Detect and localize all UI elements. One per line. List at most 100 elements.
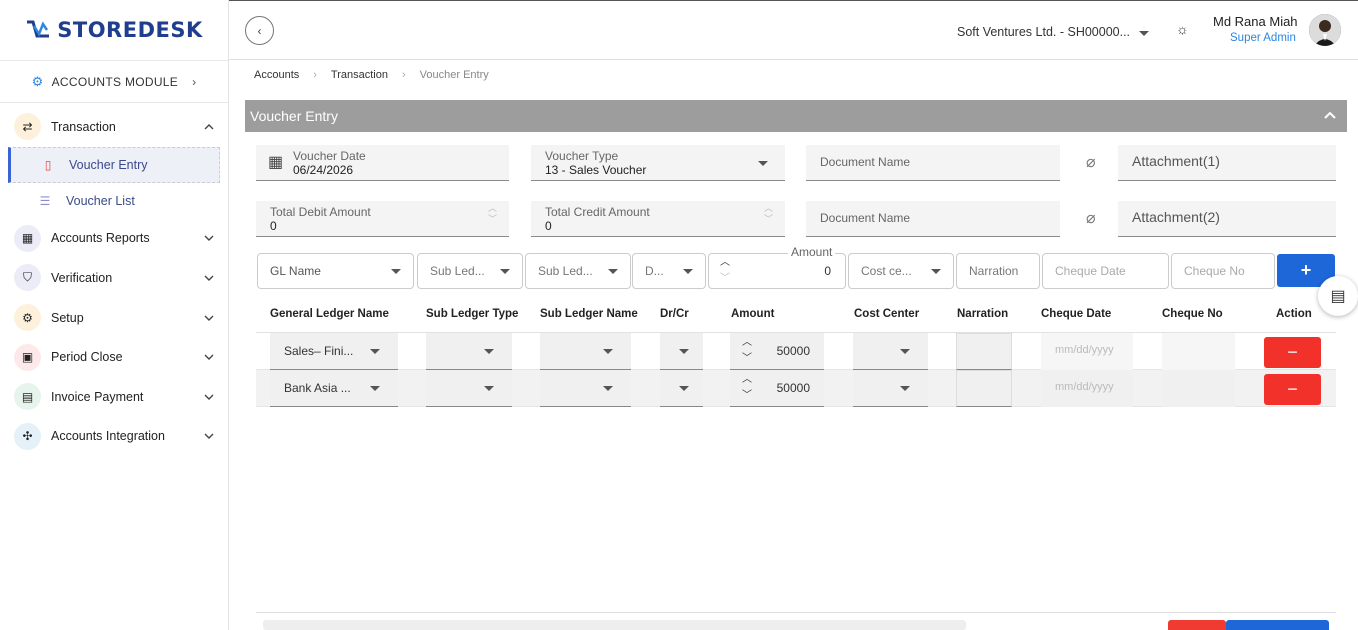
save-button[interactable] (1226, 620, 1329, 630)
amount-value: 50000 (776, 344, 810, 358)
document-name-input-2[interactable]: Document Name (806, 201, 1060, 237)
sub-ledger-type-select[interactable]: Sub Led... (417, 253, 523, 289)
list-panel-icon[interactable]: ▤ (1318, 276, 1358, 316)
sidebar-item-verification[interactable]: ⛉ Verification (0, 258, 228, 298)
chevron-left-icon: ‹ (257, 23, 262, 38)
voucher-type-value: 13 - Sales Voucher (545, 163, 647, 177)
cost-center-placeholder: Cost ce... (861, 264, 912, 278)
cheque-no-placeholder: Cheque No (1184, 264, 1245, 278)
attachment-input-1[interactable]: Attachment(1) (1118, 145, 1336, 181)
cheque-date-input[interactable]: mm/dd/yyyy (1041, 370, 1133, 407)
gl-select[interactable]: Bank Asia ... (270, 370, 398, 407)
drcr-select[interactable] (660, 370, 703, 407)
cheque-date-input[interactable]: Cheque Date (1042, 253, 1169, 289)
company-selector[interactable]: Soft Ventures Ltd. - SH00000... (957, 25, 1130, 39)
amount-value: 0 (824, 264, 831, 278)
number-spinner-icon: ︿ ﹀ (487, 203, 497, 224)
theme-toggle-icon[interactable]: ☼ (1176, 21, 1189, 37)
remove-row-button[interactable]: − (1264, 337, 1321, 368)
calendar-icon[interactable]: ▦ (268, 152, 283, 172)
voucher-date-field[interactable]: ▦ Voucher Date 06/24/2026 (256, 145, 509, 181)
breadcrumb-accounts[interactable]: Accounts (254, 69, 299, 81)
top-header: ‹ Soft Ventures Ltd. - SH00000... ☼ Md R… (229, 0, 1358, 60)
breadcrumb: Accounts › Transaction › Voucher Entry (254, 69, 489, 81)
module-switcher[interactable]: ⚙ ACCOUNTS MODULE › (0, 61, 228, 103)
brand-name: STOREDESK (57, 18, 203, 42)
narration-textarea[interactable] (956, 370, 1012, 407)
sidebar-item-label: Accounts Integration (51, 429, 165, 444)
col-narration: Narration (957, 308, 1009, 320)
cart-logo-icon (27, 20, 50, 38)
chevron-down-icon (204, 433, 214, 440)
brand-logo[interactable]: STOREDESK (0, 0, 228, 61)
sub-ledger-name-placeholder: Sub Led... (538, 264, 593, 278)
gl-select[interactable]: Sales– Fini... (270, 333, 398, 370)
sub-ledger-name-select[interactable] (540, 370, 631, 407)
caret-down-icon[interactable] (1139, 31, 1149, 36)
document-name-placeholder: Document Name (820, 211, 911, 225)
drcr-select[interactable]: D... (632, 253, 706, 289)
caret-down-icon (758, 161, 768, 166)
cost-center-select[interactable] (853, 333, 928, 370)
sidebar-item-period-close[interactable]: ▣ Period Close (0, 337, 228, 377)
cheque-date-input[interactable]: mm/dd/yyyy (1041, 333, 1133, 370)
puzzle-icon: ⚙ (31, 73, 44, 89)
sidebar-item-label: Accounts Reports (51, 231, 150, 246)
attachment-input-2[interactable]: Attachment(2) (1118, 201, 1336, 237)
sidebar-item-label: Setup (51, 310, 84, 325)
collapse-sidebar-button[interactable]: ‹ (245, 16, 274, 45)
cheque-date-placeholder: mm/dd/yyyy (1055, 381, 1114, 393)
sidebar-subitem-voucher-list[interactable]: ☰ Voucher List (0, 183, 228, 219)
gl-name-select[interactable]: GL Name (257, 253, 414, 289)
cheque-no-input[interactable]: Cheque No (1171, 253, 1275, 289)
sidebar-item-invoice-payment[interactable]: ▤ Invoice Payment (0, 377, 228, 417)
caret-down-icon (683, 269, 693, 274)
drcr-select[interactable] (660, 333, 703, 370)
sidebar-item-accounts-integration[interactable]: ✣ Accounts Integration (0, 417, 228, 457)
sub-ledger-name-select[interactable]: Sub Led... (525, 253, 631, 289)
amount-input[interactable]: ︿ ﹀ 50000 (730, 370, 824, 407)
sidebar-item-label: Invoice Payment (51, 389, 144, 404)
number-spinner-icon[interactable]: ︿ ﹀ (720, 255, 730, 287)
paperclip-icon[interactable]: ⌀ (1086, 208, 1096, 228)
col-cheque-no: Cheque No (1162, 308, 1223, 320)
cost-center-select[interactable]: Cost ce... (848, 253, 954, 289)
document-name-input-1[interactable]: Document Name (806, 145, 1060, 181)
col-action: Action (1276, 308, 1312, 320)
gl-value: Bank Asia ... (284, 381, 351, 395)
cheque-no-input[interactable] (1162, 333, 1235, 370)
table-row: Sales– Fini... ︿ ﹀ 50000 mm/dd/yyyy − (256, 333, 1336, 370)
voucher-type-select[interactable]: Voucher Type 13 - Sales Voucher (531, 145, 785, 181)
sub-ledger-name-select[interactable] (540, 333, 631, 370)
cancel-button[interactable] (1168, 620, 1226, 630)
sidebar-item-transaction[interactable]: ⇄ Transaction (0, 107, 228, 147)
breadcrumb-transaction[interactable]: Transaction (331, 69, 388, 81)
cheque-no-input[interactable] (1162, 370, 1235, 407)
gl-value: Sales– Fini... (284, 344, 354, 358)
paperclip-icon[interactable]: ⌀ (1086, 152, 1096, 172)
number-spinner-icon[interactable]: ︿ ﹀ (742, 372, 752, 404)
caret-down-icon (603, 386, 613, 391)
cost-center-select[interactable] (853, 370, 928, 407)
invoice-icon: ▤ (14, 383, 41, 411)
narration-textarea[interactable] (956, 333, 1012, 370)
number-spinner-icon[interactable]: ︿ ﹀ (742, 335, 752, 367)
sidebar-item-setup[interactable]: ⚙ Setup (0, 298, 228, 338)
sidebar-item-accounts-reports[interactable]: ▦ Accounts Reports (0, 219, 228, 259)
chevron-up-icon[interactable] (1323, 108, 1337, 122)
document-add-icon: ▯ (44, 157, 52, 172)
col-drcr: Dr/Cr (660, 308, 689, 320)
total-credit-field: Total Credit Amount 0 ︿ ﹀ (531, 201, 785, 237)
sidebar-subitem-voucher-entry[interactable]: ▯ Voucher Entry (8, 146, 220, 183)
caret-down-icon (603, 349, 613, 354)
caret-down-icon (679, 386, 689, 391)
shield-icon: ⛉ (14, 264, 41, 292)
amount-input[interactable]: ︿ ﹀ 50000 (730, 333, 824, 370)
sub-ledger-type-select[interactable] (426, 370, 512, 407)
cheque-date-placeholder: mm/dd/yyyy (1055, 344, 1114, 356)
avatar[interactable] (1309, 14, 1341, 46)
sub-ledger-type-select[interactable] (426, 333, 512, 370)
remarks-field[interactable] (263, 620, 966, 630)
remove-row-button[interactable]: − (1264, 374, 1321, 405)
narration-input[interactable]: Narration (956, 253, 1040, 289)
